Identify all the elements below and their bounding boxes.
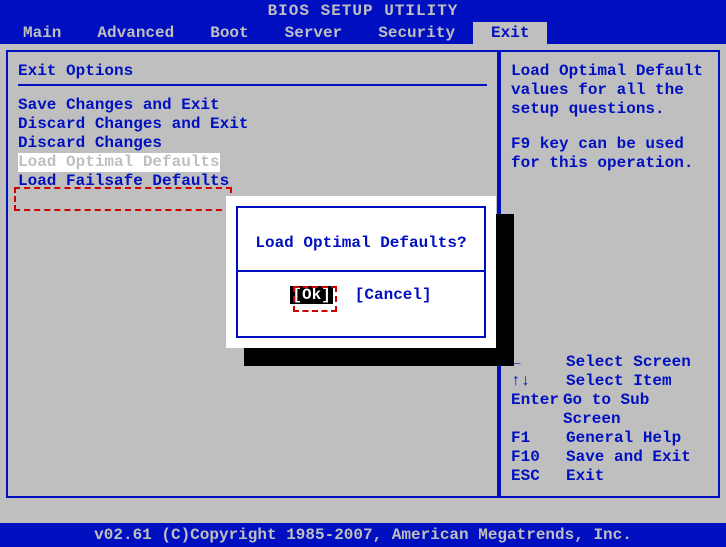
keyhint-key: Enter xyxy=(511,391,563,429)
keyhint-row: ←Select Screen xyxy=(511,353,708,372)
keyhint-label: General Help xyxy=(566,429,681,448)
keyhint-row: ↑↓Select Item xyxy=(511,372,708,391)
option-discard[interactable]: Discard Changes xyxy=(18,134,487,153)
footer-copyright: v02.61 (C)Copyright 1985-2007, American … xyxy=(0,523,726,547)
right-panel: Load Optimal Default values for all the … xyxy=(499,50,720,498)
key-hints: ←Select Screen ↑↓Select Item EnterGo to … xyxy=(511,353,708,486)
menu-main[interactable]: Main xyxy=(5,22,79,44)
cancel-button[interactable]: [Cancel] xyxy=(355,286,432,304)
menu-boot[interactable]: Boot xyxy=(192,22,266,44)
bios-title: BIOS SETUP UTILITY xyxy=(0,0,726,22)
keyhint-key: ← xyxy=(511,353,566,372)
menu-server[interactable]: Server xyxy=(267,22,361,44)
help-description2: F9 key can be used for this operation. xyxy=(511,135,708,173)
annotation-highlight-ok xyxy=(293,286,337,312)
option-load-optimal[interactable]: Load Optimal Defaults xyxy=(18,153,220,172)
keyhint-row: ESCExit xyxy=(511,467,708,486)
keyhint-label: Exit xyxy=(566,467,604,486)
keyhint-row: F1General Help xyxy=(511,429,708,448)
dialog-message: Load Optimal Defaults? xyxy=(238,208,484,270)
keyhint-key: F1 xyxy=(511,429,566,448)
keyhint-key: ↑↓ xyxy=(511,372,566,391)
keyhint-label: Save and Exit xyxy=(566,448,691,467)
option-discard-exit[interactable]: Discard Changes and Exit xyxy=(18,115,487,134)
confirm-dialog: Load Optimal Defaults? [Ok] [Cancel] xyxy=(226,196,496,348)
option-save-exit[interactable]: Save Changes and Exit xyxy=(18,96,487,115)
menu-advanced[interactable]: Advanced xyxy=(79,22,192,44)
annotation-highlight-option xyxy=(14,187,232,211)
help-description: Load Optimal Default values for all the … xyxy=(511,62,708,119)
menu-exit[interactable]: Exit xyxy=(473,22,547,44)
menubar: Main Advanced Boot Server Security Exit xyxy=(0,22,726,44)
keyhint-key: ESC xyxy=(511,467,566,486)
keyhint-key: F10 xyxy=(511,448,566,467)
main-area: Exit Options Save Changes and Exit Disca… xyxy=(0,44,726,523)
exit-options-heading: Exit Options xyxy=(18,62,487,80)
keyhint-label: Select Item xyxy=(566,372,672,391)
keyhint-label: Go to Sub Screen xyxy=(563,391,708,429)
divider xyxy=(18,84,487,86)
keyhint-row: EnterGo to Sub Screen xyxy=(511,391,708,429)
keyhint-row: F10Save and Exit xyxy=(511,448,708,467)
menu-security[interactable]: Security xyxy=(360,22,473,44)
keyhint-label: Select Screen xyxy=(566,353,691,372)
